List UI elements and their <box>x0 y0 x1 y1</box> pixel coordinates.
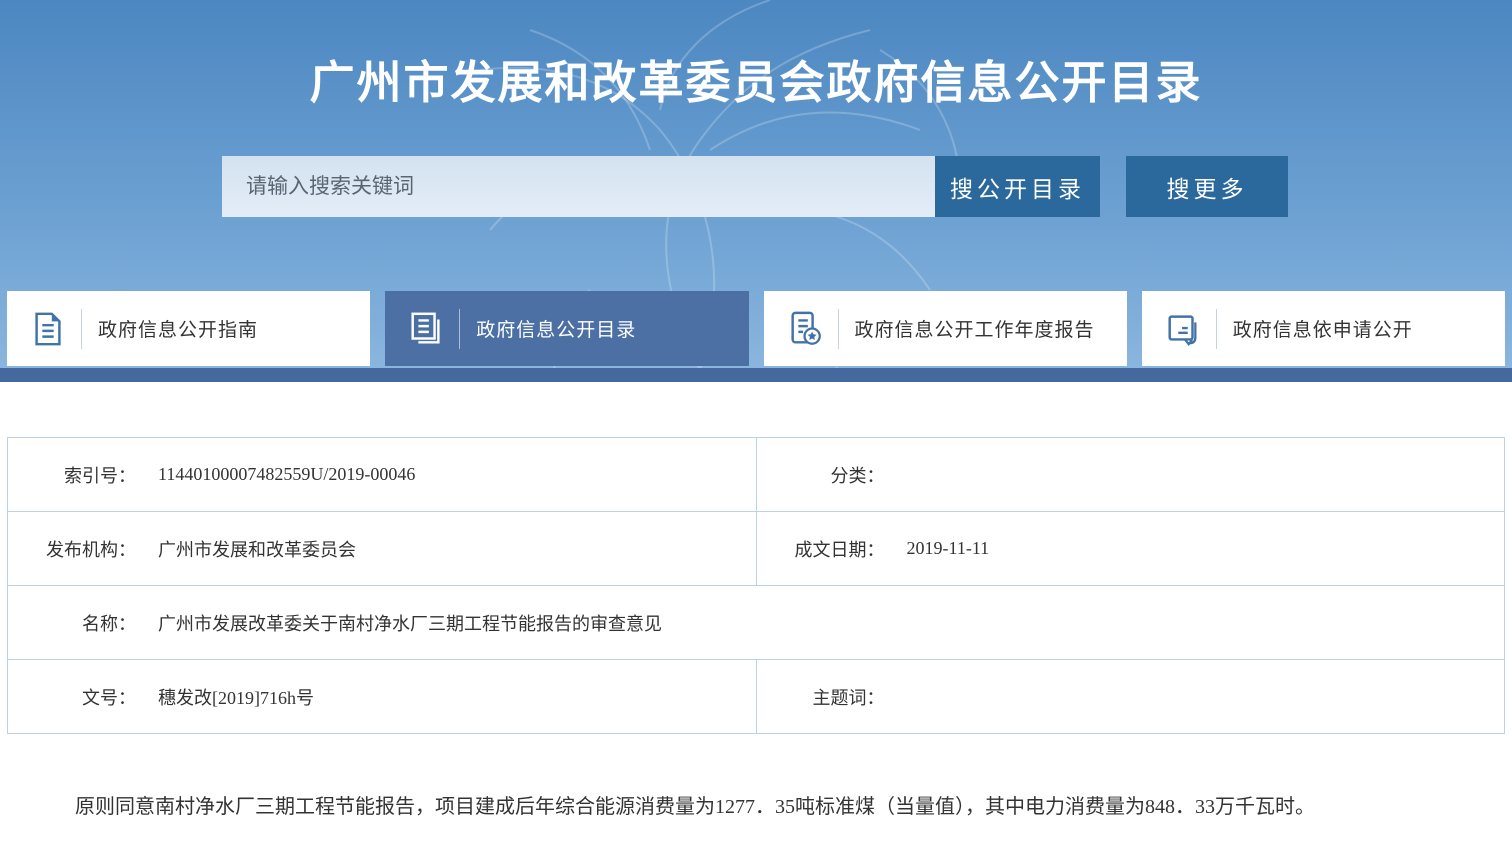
document-title-cell: 名称： 广州市发展改革委关于南村净水厂三期工程节能报告的审查意见 <box>8 586 1505 660</box>
tab-bar: 政府信息公开指南 政府信息公开目录 <box>7 291 1505 366</box>
category-label: 分类： <box>757 462 885 488</box>
tab-divider <box>459 309 460 349</box>
tab-label: 政府信息公开工作年度报告 <box>855 315 1095 342</box>
table-row-docnumber: 文号： 穗发改[2019]716h号 主题词： <box>8 660 1505 734</box>
header-banner: 广州市发展和改革委员会政府信息公开目录 搜公开目录 搜更多 政府信息公开指南 <box>0 0 1512 368</box>
keywords-cell: 主题词： <box>756 660 1505 734</box>
document-number-label: 文号： <box>8 684 136 710</box>
search-directory-button[interactable]: 搜公开目录 <box>935 156 1100 217</box>
info-table: 索引号： 11440100007482559U/2019-00046 分类： 发… <box>7 437 1505 734</box>
search-bar: 搜公开目录 搜更多 <box>222 156 1288 217</box>
issue-date-value: 2019-11-11 <box>907 538 990 559</box>
document-title-label: 名称： <box>8 610 136 636</box>
index-number-label: 索引号： <box>8 462 136 488</box>
main-content: 索引号： 11440100007482559U/2019-00046 分类： 发… <box>0 437 1512 823</box>
index-number-cell: 索引号： 11440100007482559U/2019-00046 <box>8 438 757 512</box>
publishing-agency-label: 发布机构： <box>8 536 136 562</box>
tab-disclosure-guide[interactable]: 政府信息公开指南 <box>7 291 370 366</box>
table-row-title: 名称： 广州市发展改革委关于南村净水厂三期工程节能报告的审查意见 <box>8 586 1505 660</box>
publishing-agency-cell: 发布机构： 广州市发展和改革委员会 <box>8 512 757 586</box>
document-number-value: 穗发改[2019]716h号 <box>158 684 314 710</box>
annual-report-icon <box>786 310 824 348</box>
tab-divider <box>838 309 839 349</box>
index-number-value: 11440100007482559U/2019-00046 <box>158 464 415 485</box>
issue-date-label: 成文日期： <box>757 536 885 562</box>
request-disclosure-icon <box>1164 310 1202 348</box>
search-more-button[interactable]: 搜更多 <box>1126 156 1288 217</box>
keywords-label: 主题词： <box>757 684 885 710</box>
publishing-agency-value: 广州市发展和改革委员会 <box>158 536 356 562</box>
table-row-agency: 发布机构： 广州市发展和改革委员会 成文日期： 2019-11-11 <box>8 512 1505 586</box>
tab-divider <box>81 309 82 349</box>
document-guide-icon <box>29 310 67 348</box>
category-cell: 分类： <box>756 438 1505 512</box>
document-directory-icon <box>407 310 445 348</box>
tab-request-disclosure[interactable]: 政府信息依申请公开 <box>1142 291 1505 366</box>
document-number-cell: 文号： 穗发改[2019]716h号 <box>8 660 757 734</box>
tab-annual-report[interactable]: 政府信息公开工作年度报告 <box>764 291 1127 366</box>
tab-label: 政府信息依申请公开 <box>1233 315 1413 342</box>
search-input[interactable] <box>222 156 935 217</box>
issue-date-cell: 成文日期： 2019-11-11 <box>756 512 1505 586</box>
tab-divider <box>1216 309 1217 349</box>
document-title-value: 广州市发展改革委关于南村净水厂三期工程节能报告的审查意见 <box>158 610 662 636</box>
tab-label: 政府信息公开目录 <box>476 315 636 342</box>
tab-label: 政府信息公开指南 <box>98 315 258 342</box>
document-summary-paragraph: 原则同意南村净水厂三期工程节能报告，项目建成后年综合能源消费量为1277．35吨… <box>35 792 1472 823</box>
header-divider-bar <box>0 368 1512 382</box>
page-title: 广州市发展和改革委员会政府信息公开目录 <box>0 0 1512 111</box>
tab-disclosure-directory[interactable]: 政府信息公开目录 <box>385 291 748 366</box>
table-row-index: 索引号： 11440100007482559U/2019-00046 分类： <box>8 438 1505 512</box>
